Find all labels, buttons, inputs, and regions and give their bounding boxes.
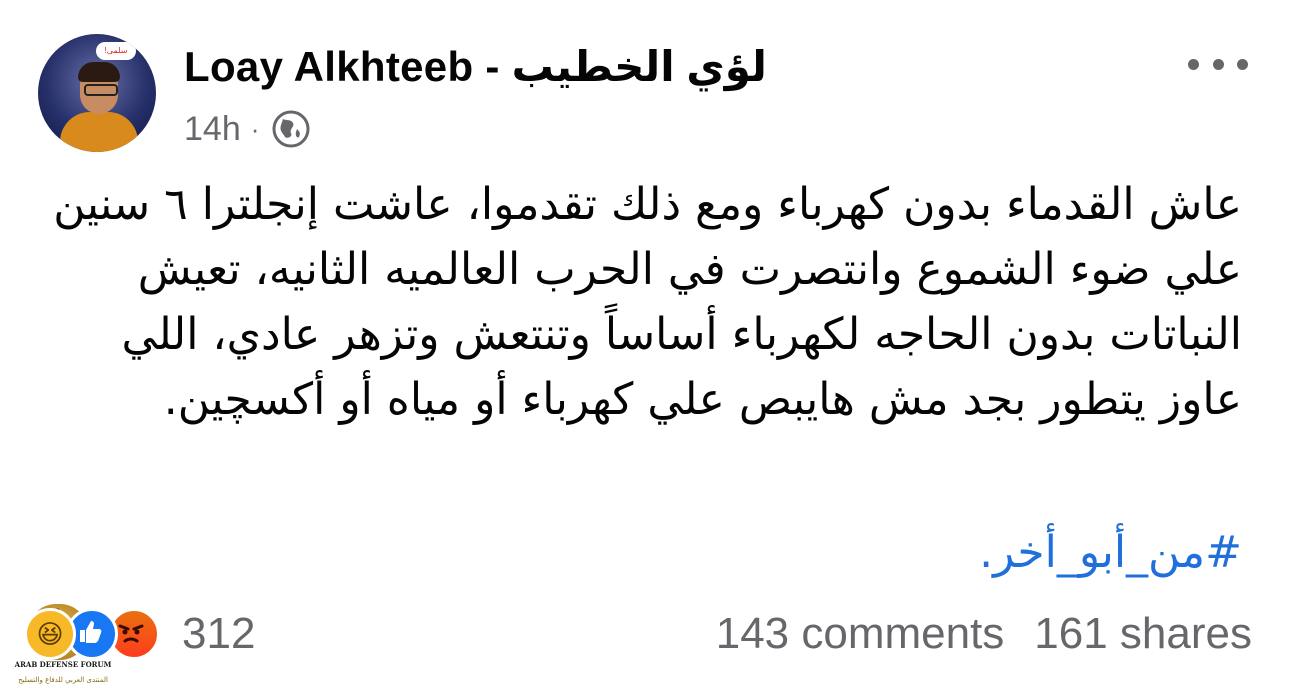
post-footer: 😆 312 143 comments 161 shares xyxy=(0,596,1290,676)
post-stats: 143 comments 161 shares xyxy=(716,608,1252,660)
avatar-glasses xyxy=(84,84,118,96)
more-dot xyxy=(1237,58,1248,70)
watermark-title: ARAB DEFENSE FORUM xyxy=(14,660,112,669)
hashtag-line: #من_أبو_أخر. xyxy=(30,520,1242,585)
avatar-hair xyxy=(78,62,120,82)
author-name[interactable]: Loay Alkhteeb - لؤي الخطيب xyxy=(184,42,767,91)
hashtag-link[interactable]: #من_أبو_أخر xyxy=(993,527,1242,578)
meta-separator: · xyxy=(250,113,260,144)
avatar-body xyxy=(60,112,138,152)
hashtag-trailing: . xyxy=(979,527,994,578)
watermark-subtitle: المنتدى العربي للدفاع والتسليح xyxy=(18,676,108,684)
more-dot xyxy=(1188,58,1199,70)
shares-count[interactable]: 161 shares xyxy=(1034,609,1252,659)
post-time[interactable]: 14h xyxy=(184,110,241,149)
reactions-summary[interactable]: 😆 312 xyxy=(24,608,255,660)
avatar[interactable]: !سلمى xyxy=(38,34,156,152)
avatar-caption: !سلمى xyxy=(96,42,136,60)
globe-icon[interactable] xyxy=(271,109,311,149)
more-icon[interactable] xyxy=(1188,54,1248,74)
post-meta: 14h · xyxy=(184,107,311,151)
haha-icon: 😆 xyxy=(24,608,76,660)
reaction-count: 312 xyxy=(182,609,256,658)
post-body-text: عاش القدماء بدون كهرباء ومع ذلك تقدموا، … xyxy=(53,179,1242,425)
comments-count[interactable]: 143 comments xyxy=(716,609,1005,659)
post-header: !سلمى Loay Alkhteeb - لؤي الخطيب 14h · xyxy=(38,34,1258,159)
more-dot xyxy=(1212,58,1224,70)
